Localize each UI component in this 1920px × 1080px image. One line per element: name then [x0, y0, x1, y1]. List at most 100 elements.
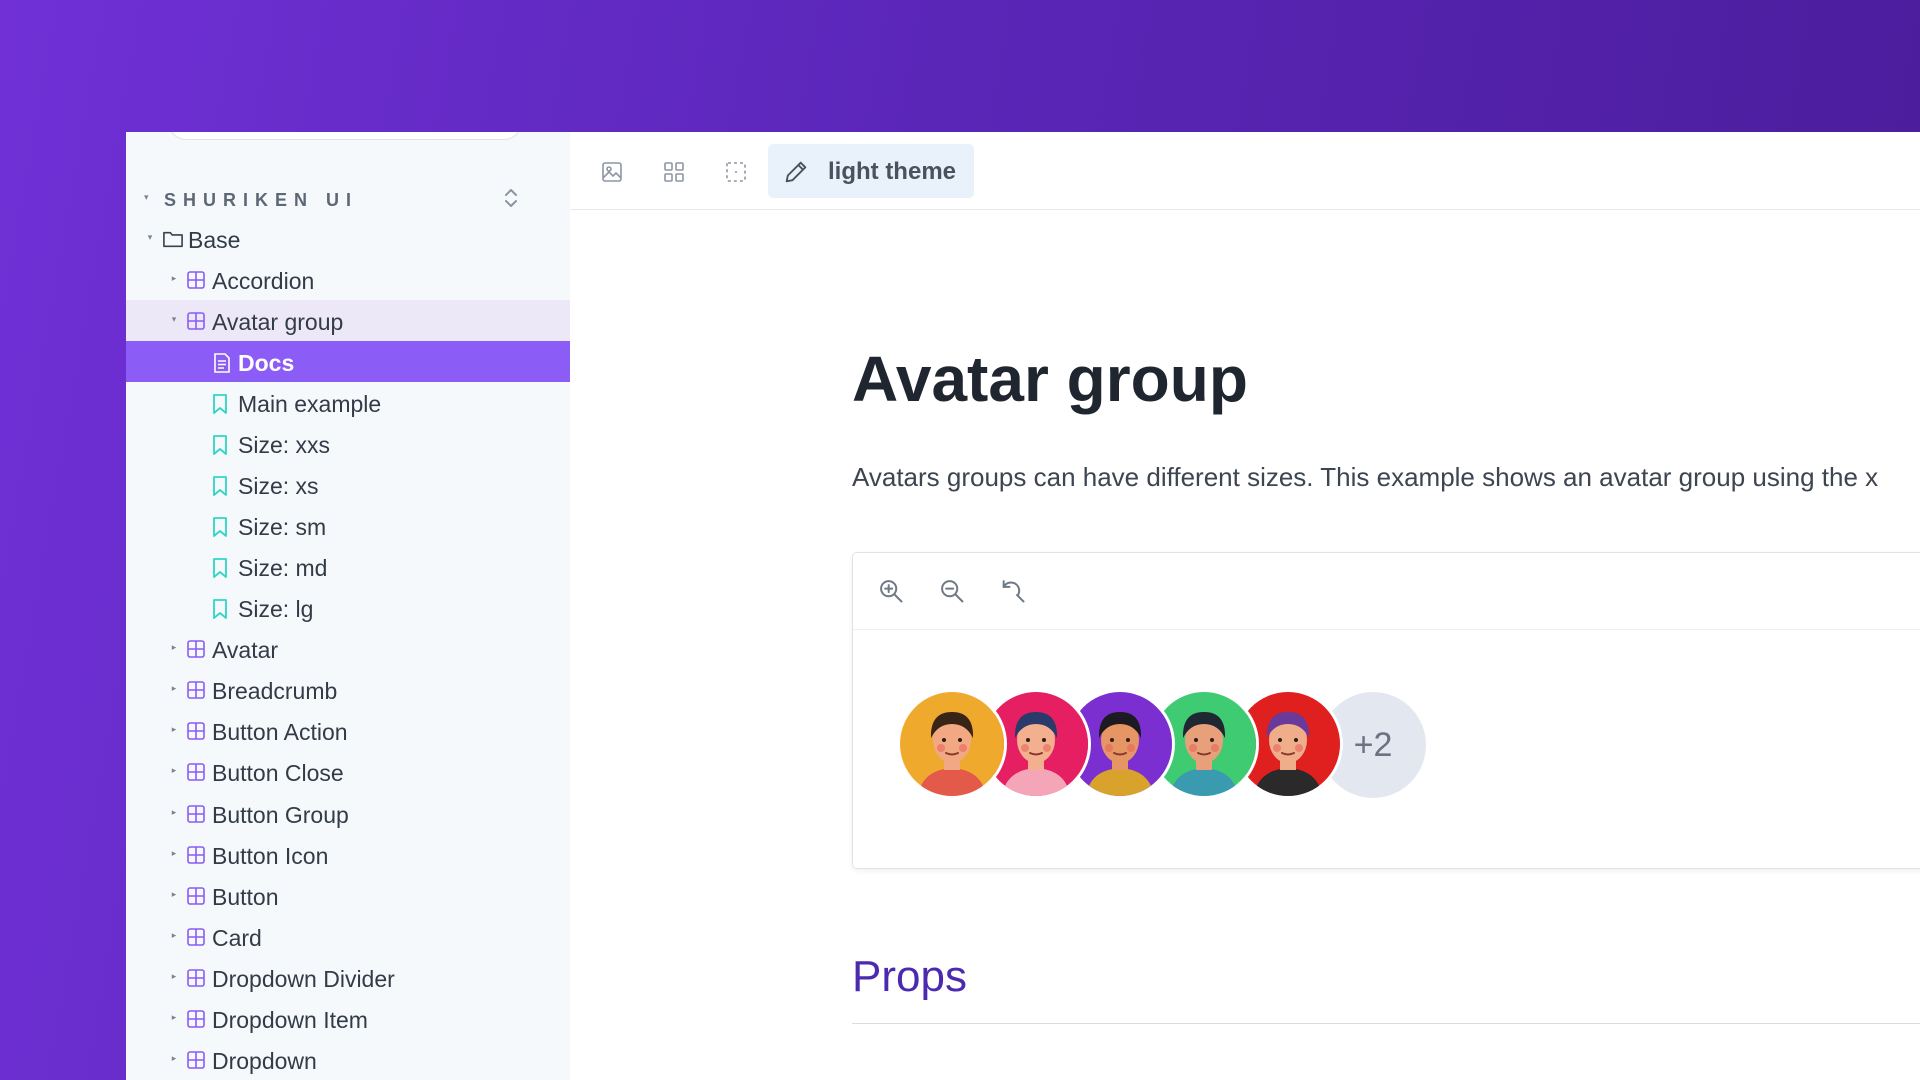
chevron-right-icon: ▸	[171, 929, 177, 940]
bookmark-icon	[212, 557, 232, 579]
chevron-right-icon: ▸	[171, 806, 177, 817]
chevron-right-icon: ▸	[171, 765, 177, 776]
tree-item-label: Dropdown Item	[212, 1006, 368, 1033]
page-description: Avatars groups can have different sizes.…	[852, 462, 1879, 492]
component-icon	[186, 311, 206, 331]
sidebar-root-label: SHURIKEN UI	[164, 190, 359, 210]
component-icon	[186, 845, 206, 865]
tree-item-label: Size: sm	[238, 514, 327, 541]
tree-item-label: Dropdown Divider	[212, 965, 395, 992]
chevron-right-icon: ▸	[171, 888, 177, 899]
tree-item-label: Main example	[238, 391, 382, 418]
props-divider	[852, 1023, 1920, 1024]
sidebar: ▾ SHURIKEN UI ▾ Base ▸ Accordion ▾ Avatar gro…	[126, 132, 571, 1080]
tree-item-size-xs[interactable]: Size: xs	[126, 464, 570, 505]
chevron-right-icon: ▸	[171, 642, 177, 653]
expand-collapse-icon[interactable]	[500, 184, 522, 212]
component-icon	[186, 680, 206, 700]
tree-item-dropdown-item[interactable]: ▸ Dropdown Item	[126, 998, 570, 1039]
tree-item-dropdown[interactable]: ▸ Dropdown	[126, 1039, 570, 1080]
tree-item-label: Breadcrumb	[212, 678, 338, 705]
tree-item-label: Size: xxs	[238, 432, 331, 459]
props-heading: Props	[852, 952, 967, 1001]
search-input[interactable]	[168, 132, 522, 140]
component-icon	[186, 721, 206, 741]
tree-item-label: Button Group	[212, 801, 349, 828]
tree-item-breadcrumb[interactable]: ▸ Breadcrumb	[126, 669, 570, 710]
tree-item-label: Accordion	[212, 268, 315, 295]
bookmark-icon	[212, 598, 232, 620]
tree-item-label: Dropdown	[212, 1047, 317, 1074]
tree-item-label: Size: xs	[238, 473, 319, 500]
bookmark-icon	[212, 475, 232, 497]
tree-item-size-lg[interactable]: Size: lg	[126, 587, 570, 628]
image-icon[interactable]	[590, 150, 634, 194]
theme-toggle-button[interactable]: light theme	[768, 144, 974, 198]
tree-item-avatar[interactable]: ▸ Avatar	[126, 628, 570, 669]
tree-item-label: Avatar group	[212, 309, 344, 336]
tree-item-base[interactable]: ▾ Base	[126, 218, 570, 259]
component-icon	[186, 762, 206, 782]
avatar	[897, 689, 1007, 799]
tree-item-accordion[interactable]: ▸ Accordion	[126, 259, 570, 300]
chevron-down-icon: ▾	[147, 232, 153, 242]
pencil-icon	[785, 161, 807, 183]
document-icon	[212, 352, 232, 373]
tree-item-label: Size: md	[238, 555, 328, 582]
tree-item-label: Button Action	[212, 719, 348, 746]
tree-item-label: Base	[188, 227, 241, 253]
chevron-right-icon: ▸	[171, 1011, 177, 1022]
tree-item-main-example[interactable]: Main example	[126, 382, 570, 423]
preview-toolbar: light theme	[570, 132, 1920, 210]
tree-item-label: Button Close	[212, 760, 344, 787]
zoom-reset-icon[interactable]	[991, 569, 1035, 613]
component-icon	[186, 886, 206, 906]
component-icon	[186, 639, 206, 659]
tree-item-avatar-group[interactable]: ▾ Avatar group	[126, 300, 570, 342]
story-canvas: +2	[852, 552, 1920, 869]
tree-item-label: Button	[212, 883, 279, 910]
bookmark-icon	[212, 434, 232, 456]
canvas-toolbar	[853, 553, 1920, 630]
chevron-right-icon: ▸	[171, 1052, 177, 1063]
component-icon	[186, 1009, 206, 1029]
storybook-window: ▾ SHURIKEN UI ▾ Base ▸ Accordion ▾ Avatar gro…	[126, 132, 1920, 1080]
docs-panel: light theme Avatar group Avatars groups …	[570, 132, 1920, 1080]
tree-item-label: Card	[212, 924, 262, 951]
chevron-right-icon: ▸	[171, 724, 177, 735]
tree-item-size-xxs[interactable]: Size: xxs	[126, 423, 570, 464]
page-title: Avatar group	[852, 343, 1248, 415]
component-icon	[186, 927, 206, 947]
tree-item-button-action[interactable]: ▸ Button Action	[126, 710, 570, 751]
component-icon	[186, 804, 206, 824]
chevron-down-icon: ▾	[144, 192, 149, 202]
tree-item-button-icon[interactable]: ▸ Button Icon	[126, 834, 570, 875]
chevron-right-icon: ▸	[171, 970, 177, 981]
chevron-down-icon: ▾	[171, 314, 177, 325]
folder-icon	[162, 229, 183, 249]
bookmark-icon	[212, 393, 232, 415]
bookmark-icon	[212, 516, 232, 538]
theme-label: light theme	[828, 158, 957, 185]
tree-item-label: Docs	[238, 350, 295, 377]
tree-item-size-md[interactable]: Size: md	[126, 546, 570, 587]
tree-item-label: Button Icon	[212, 842, 329, 869]
tree-item-button-close[interactable]: ▸ Button Close	[126, 751, 570, 792]
component-icon	[186, 968, 206, 988]
avatar-group: +2	[897, 689, 1457, 801]
tree-item-dropdown-divider[interactable]: ▸ Dropdown Divider	[126, 957, 570, 998]
tree-item-label: Avatar	[212, 637, 279, 664]
tree-item-card[interactable]: ▸ Card	[126, 916, 570, 957]
chevron-right-icon: ▸	[171, 683, 177, 694]
grid-icon[interactable]	[652, 150, 696, 194]
tree-item-button[interactable]: ▸ Button	[126, 875, 570, 916]
sidebar-root-header[interactable]: ▾ SHURIKEN UI	[126, 178, 570, 218]
component-icon	[186, 1050, 206, 1070]
component-icon	[186, 270, 206, 290]
tree-item-docs[interactable]: Docs	[126, 341, 570, 383]
zoom-out-icon[interactable]	[930, 569, 974, 613]
tree-item-size-sm[interactable]: Size: sm	[126, 505, 570, 546]
outline-icon[interactable]	[714, 150, 758, 194]
tree-item-button-group[interactable]: ▸ Button Group	[126, 793, 570, 834]
zoom-in-icon[interactable]	[869, 569, 913, 613]
